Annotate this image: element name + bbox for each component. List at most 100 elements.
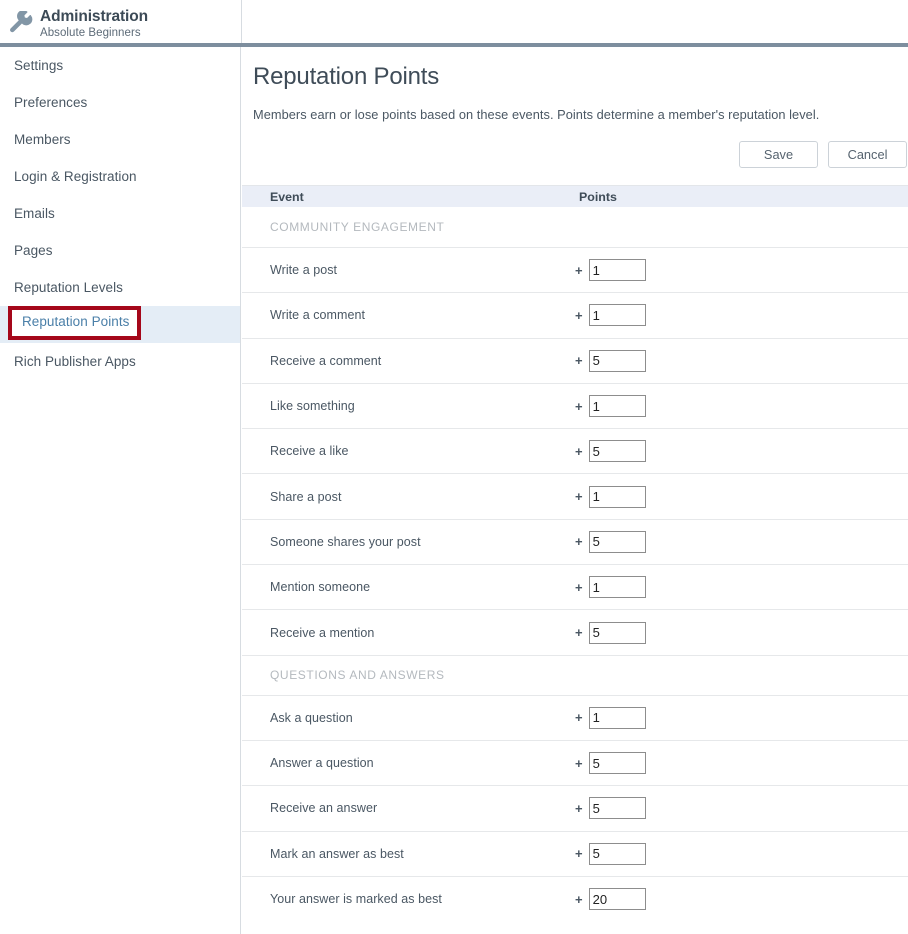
sidebar-item-rich-publisher-apps[interactable]: Rich Publisher Apps: [0, 343, 240, 380]
sidebar-item-login-registration[interactable]: Login & Registration: [0, 158, 240, 195]
event-label: Receive a like: [270, 444, 349, 459]
event-label: Your answer is marked as best: [270, 892, 442, 906]
sidebar-item-label: Rich Publisher Apps: [14, 354, 136, 369]
points-cell: +: [575, 797, 646, 820]
points-cell: +: [575, 706, 646, 729]
event-label: Like something: [270, 399, 355, 414]
event-label: Receive a comment: [270, 353, 382, 368]
points-input[interactable]: [588, 349, 646, 372]
sidebar-item-pages[interactable]: Pages: [0, 232, 240, 269]
column-separator: [583, 610, 584, 654]
points-cell: +: [575, 888, 646, 910]
event-label: Write a comment: [270, 308, 365, 323]
column-separator: [583, 877, 584, 921]
event-label: Someone shares your post: [270, 534, 421, 549]
sidebar-item-label: Settings: [14, 58, 64, 73]
column-separator: [583, 293, 584, 337]
plus-sign-icon: +: [575, 398, 583, 414]
points-input[interactable]: [588, 797, 646, 820]
plus-sign-icon: +: [575, 307, 583, 323]
points-cell: +: [575, 576, 646, 599]
sidebar-item-settings[interactable]: Settings: [0, 47, 240, 84]
table-row: Someone shares your post +: [242, 518, 908, 564]
table-row: Share a post +: [242, 473, 908, 518]
sidebar-item-emails[interactable]: Emails: [0, 195, 240, 232]
sidebar-item-label: Reputation Levels: [14, 280, 123, 295]
table-row: Write a comment +: [242, 292, 908, 337]
table-header-row: Event Points: [242, 185, 908, 207]
points-cell: +: [575, 259, 646, 282]
sidebar-item-reputation-levels[interactable]: Reputation Levels: [0, 269, 240, 306]
event-label: Receive an answer: [270, 801, 378, 816]
points-cell: +: [575, 395, 646, 418]
table-row: Ask a question +: [242, 694, 908, 740]
plus-sign-icon: +: [575, 534, 583, 550]
page-title: Reputation Points: [253, 63, 440, 90]
column-separator: [583, 741, 584, 785]
points-cell: +: [575, 349, 646, 372]
sidebar-item-label: Login & Registration: [14, 169, 137, 184]
points-input[interactable]: [588, 621, 646, 644]
points-cell: +: [575, 752, 646, 775]
brand-block: Administration Absolute Beginners: [0, 0, 241, 47]
table-row: Your answer is marked as best +: [242, 875, 908, 921]
points-cell: +: [575, 440, 646, 463]
sidebar-item-label: Preferences: [14, 95, 88, 110]
plus-sign-icon: +: [575, 579, 583, 595]
event-label: Share a post: [270, 489, 342, 504]
points-input[interactable]: [588, 576, 646, 599]
section-header-questions-and-answers: QUESTIONS AND ANSWERS: [242, 654, 908, 695]
points-input[interactable]: [588, 485, 646, 508]
event-label: Receive a mention: [270, 625, 375, 640]
plus-sign-icon: +: [575, 800, 583, 816]
points-cell: +: [575, 304, 646, 327]
column-separator: [583, 520, 584, 564]
main-content: Reputation Points Members earn or lose p…: [242, 47, 908, 934]
column-separator: [583, 696, 584, 740]
points-input[interactable]: [588, 440, 646, 463]
points-input[interactable]: [588, 395, 646, 418]
column-separator: [583, 339, 584, 383]
event-label: Write a post: [270, 263, 338, 278]
points-cell: +: [575, 842, 646, 865]
sidebar: Settings Preferences Members Login & Reg…: [0, 47, 241, 934]
plus-sign-icon: +: [575, 710, 583, 726]
table-row: Mark an answer as best +: [242, 830, 908, 876]
points-input[interactable]: [588, 259, 646, 282]
table-row: Write a post +: [242, 247, 908, 292]
table-row: Receive a like +: [242, 428, 908, 473]
points-cell: +: [575, 485, 646, 508]
event-label: Answer a question: [270, 756, 374, 771]
cancel-button[interactable]: Cancel: [828, 141, 907, 168]
points-input[interactable]: [588, 706, 646, 729]
wrench-icon: [10, 10, 33, 32]
plus-sign-icon: +: [575, 846, 583, 862]
plus-sign-icon: +: [575, 489, 583, 505]
table-row: Mention someone +: [242, 564, 908, 609]
points-input[interactable]: [588, 752, 646, 775]
plus-sign-icon: +: [575, 755, 583, 771]
app-title: Administration: [40, 7, 148, 25]
table-row: Receive an answer +: [242, 785, 908, 830]
column-separator: [583, 474, 584, 518]
sidebar-item-members[interactable]: Members: [0, 121, 240, 158]
sidebar-item-label: Emails: [14, 206, 55, 221]
section-header-community-engagement: COMMUNITY ENGAGEMENT: [270, 220, 445, 234]
top-header: Administration Absolute Beginners: [0, 0, 908, 47]
plus-sign-icon: +: [575, 625, 583, 641]
sidebar-item-label: Reputation Points: [14, 317, 122, 332]
column-separator: [583, 565, 584, 609]
points-input[interactable]: [588, 530, 646, 553]
action-button-row: Save Cancel: [242, 122, 908, 168]
points-input[interactable]: [588, 842, 646, 865]
sidebar-item-label: Members: [14, 132, 71, 147]
column-separator: [583, 248, 584, 292]
points-input[interactable]: [588, 304, 646, 327]
column-header-event: Event: [270, 189, 304, 204]
sidebar-item-label: Pages: [14, 243, 53, 258]
save-button[interactable]: Save: [739, 141, 818, 168]
sidebar-item-reputation-points[interactable]: Reputation Points: [0, 306, 240, 343]
sidebar-item-preferences[interactable]: Preferences: [0, 84, 240, 121]
points-input[interactable]: [588, 888, 646, 910]
column-header-points: Points: [579, 189, 617, 204]
